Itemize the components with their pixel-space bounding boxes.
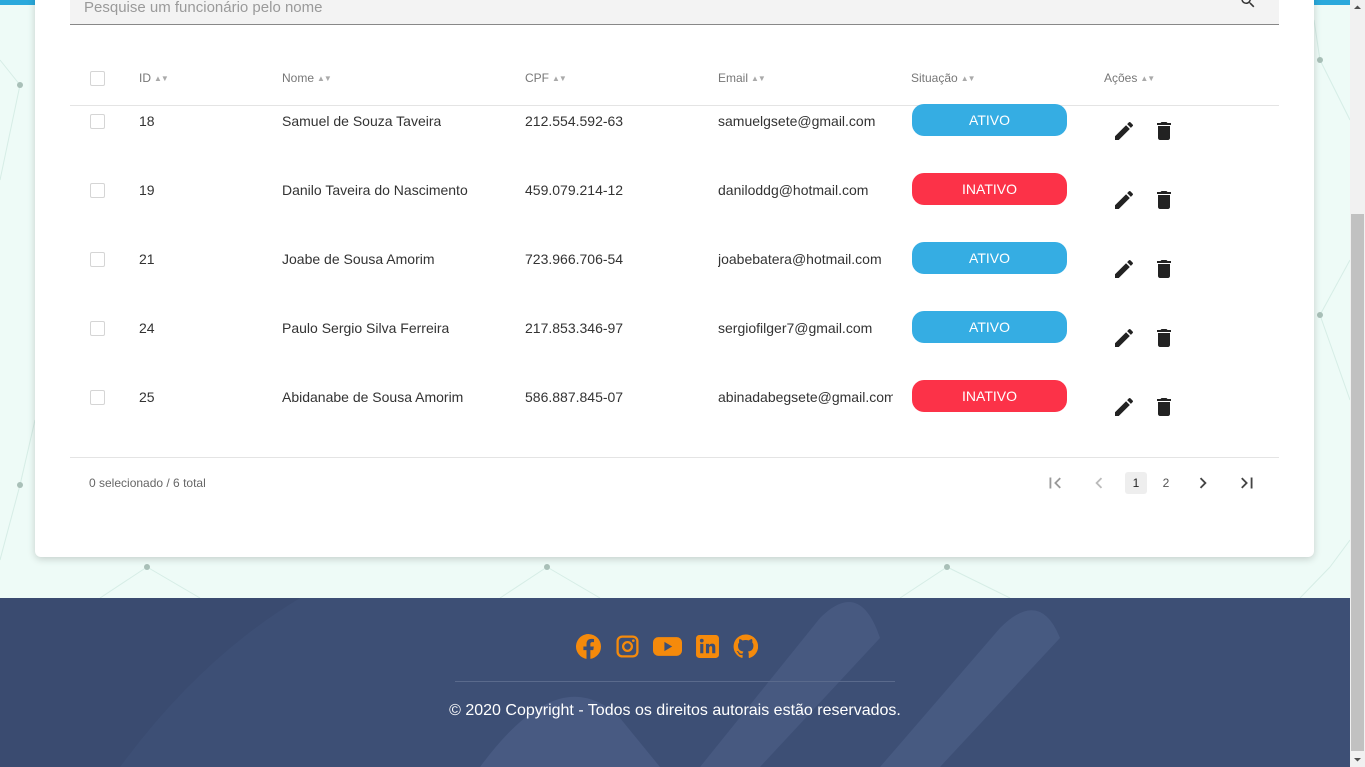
- table-row: 18 Samuel de Souza Taveira 212.554.592-63 s…: [70, 104, 1279, 174]
- header-email-label: Email: [718, 71, 749, 85]
- scroll-up-arrow-icon[interactable]: [1350, 0, 1365, 15]
- selection-summary: 0 selecionado / 6 total: [89, 476, 206, 490]
- scroll-down-arrow-icon[interactable]: [1350, 752, 1365, 767]
- last-page-icon[interactable]: [1236, 472, 1258, 494]
- footer-divider: [455, 681, 895, 682]
- header-situacao[interactable]: Situação ▲▼: [911, 71, 976, 85]
- cell-cpf: 459.079.214-12: [525, 182, 624, 198]
- cell-nome: Danilo Taveira do Nascimento: [282, 182, 468, 198]
- row-checkbox[interactable]: [90, 114, 105, 129]
- cell-id: 18: [139, 113, 155, 129]
- sort-icon: ▲▼: [751, 74, 766, 83]
- header-id[interactable]: ID ▲▼: [139, 71, 169, 85]
- cell-cpf: 212.554.592-63: [525, 113, 624, 129]
- table-row: 19 Danilo Taveira do Nascimento 459.079.21…: [70, 173, 1279, 243]
- row-checkbox[interactable]: [90, 321, 105, 336]
- delete-icon[interactable]: [1152, 326, 1176, 350]
- cell-email: joabebatera@hotmail.com: [718, 251, 882, 267]
- cell-email: abinadabegsete@gmail.com: [718, 389, 893, 405]
- delete-icon[interactable]: [1152, 188, 1176, 212]
- row-checkbox[interactable]: [90, 390, 105, 405]
- header-id-label: ID: [139, 71, 151, 85]
- github-icon[interactable]: [733, 634, 758, 659]
- header-acoes[interactable]: Ações ▲▼: [1104, 71, 1155, 85]
- sort-icon: ▲▼: [960, 74, 976, 83]
- search-icon[interactable]: [1239, 0, 1257, 10]
- search-input[interactable]: [82, 0, 1186, 18]
- facebook-icon[interactable]: [576, 634, 601, 659]
- prev-page-icon[interactable]: [1088, 472, 1110, 494]
- edit-icon[interactable]: [1112, 188, 1136, 212]
- page-2-button[interactable]: 2: [1155, 472, 1177, 494]
- cell-id: 25: [139, 389, 155, 405]
- cell-nome: Paulo Sergio Silva Ferreira: [282, 320, 450, 336]
- sort-icon: ▲▼: [552, 74, 567, 83]
- cell-cpf: 217.853.346-97: [525, 320, 624, 336]
- cell-cpf: 586.887.845-07: [525, 389, 624, 405]
- footer-decoration: [0, 598, 1060, 767]
- select-all-checkbox[interactable]: [90, 71, 105, 86]
- top-accent-bar-right: [1314, 0, 1350, 5]
- table-footer-divider: [70, 457, 1279, 458]
- header-acoes-label: Ações: [1104, 71, 1138, 85]
- table-header: ID ▲▼ Nome ▲▼ CPF ▲▼ Email ▲▼ Situação ▲▼ Açõ…: [70, 57, 1279, 106]
- table-row: 24 Paulo Sergio Silva Ferreira 217.853.346…: [70, 311, 1279, 381]
- delete-icon[interactable]: [1152, 395, 1176, 419]
- cell-nome: Abidanabe de Sousa Amorim: [282, 389, 464, 405]
- top-accent-bar-left: [0, 0, 35, 5]
- cell-email: sergiofilger7@gmail.com: [718, 320, 873, 336]
- next-page-icon[interactable]: [1192, 472, 1214, 494]
- status-badge: ATIVO: [912, 311, 1067, 343]
- cell-email: daniloddg@hotmail.com: [718, 182, 869, 198]
- cell-email: samuelgsete@gmail.com: [718, 113, 876, 129]
- header-cpf[interactable]: CPF ▲▼: [525, 71, 567, 85]
- cell-cpf: 723.966.706-54: [525, 251, 624, 267]
- status-badge: INATIVO: [912, 173, 1067, 205]
- cell-id: 24: [139, 320, 155, 336]
- header-nome[interactable]: Nome ▲▼: [282, 71, 332, 85]
- search-bar: [70, 0, 1279, 25]
- table-row: 21 Joabe de Sousa Amorim 723.966.706-54 joa…: [70, 242, 1279, 312]
- header-nome-label: Nome: [282, 71, 315, 85]
- delete-icon[interactable]: [1152, 119, 1176, 143]
- instagram-icon[interactable]: [615, 634, 640, 659]
- linkedin-icon[interactable]: [695, 634, 720, 659]
- copyright-text: © 2020 Copyright - Todos os direitos aut…: [449, 702, 901, 719]
- status-badge: ATIVO: [912, 104, 1067, 136]
- delete-icon[interactable]: [1152, 257, 1176, 281]
- edit-icon[interactable]: [1112, 119, 1136, 143]
- cell-nome: Samuel de Souza Taveira: [282, 113, 442, 129]
- footer: © 2020 Copyright - Todos os direitos aut…: [0, 598, 1350, 767]
- employees-card: ID▲▼ Nome▲▼ CPF▲▼ Email▲▼ Situação▲▼ Açõ…: [35, 0, 1314, 557]
- row-checkbox[interactable]: [90, 252, 105, 267]
- header-cpf-label: CPF: [525, 71, 549, 85]
- cell-nome: Joabe de Sousa Amorim: [282, 251, 435, 267]
- sort-icon: ▲▼: [154, 74, 169, 83]
- edit-icon[interactable]: [1112, 326, 1136, 350]
- header-situacao-label: Situação: [911, 71, 958, 85]
- youtube-icon[interactable]: [653, 634, 682, 659]
- page-1-button[interactable]: 1: [1125, 472, 1147, 494]
- header-email[interactable]: Email ▲▼: [718, 71, 766, 85]
- table-row: 25 Abidanabe de Sousa Amorim 586.887.845-0…: [70, 380, 1279, 450]
- cell-id: 21: [139, 251, 155, 267]
- row-checkbox[interactable]: [90, 183, 105, 198]
- status-badge: INATIVO: [912, 380, 1067, 412]
- sort-icon: ▲▼: [317, 74, 332, 83]
- edit-icon[interactable]: [1112, 395, 1136, 419]
- first-page-icon[interactable]: [1044, 472, 1066, 494]
- edit-icon[interactable]: [1112, 257, 1136, 281]
- scrollbar-thumb[interactable]: [1351, 214, 1364, 751]
- sort-icon: ▲▼: [1140, 74, 1155, 83]
- status-badge: ATIVO: [912, 242, 1067, 274]
- cell-id: 19: [139, 182, 155, 198]
